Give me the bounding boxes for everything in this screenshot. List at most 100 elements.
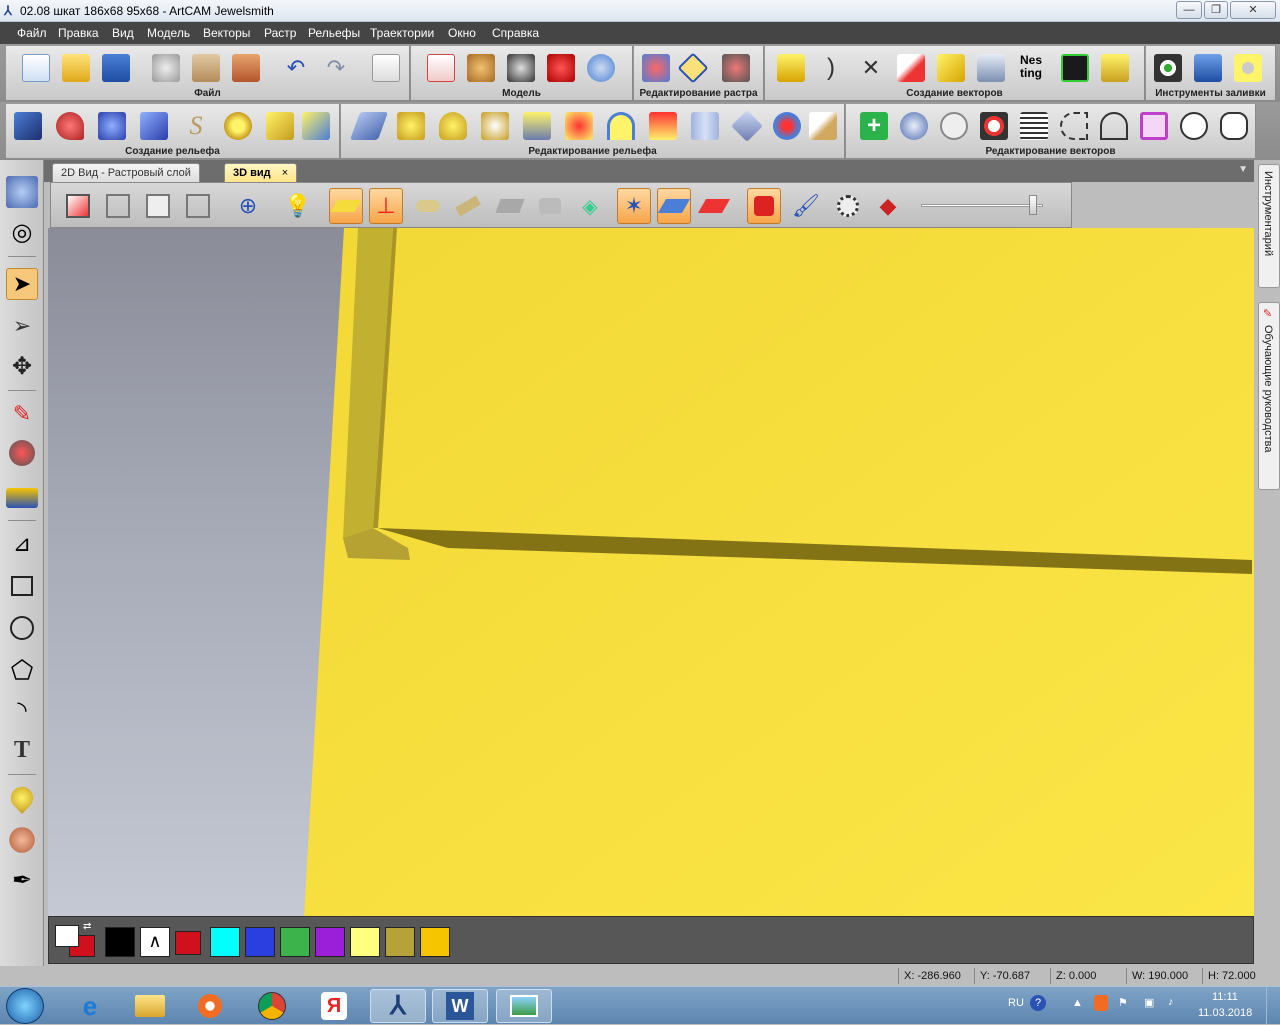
toolpath-preview-icon[interactable]: [747, 188, 781, 224]
color-swatch-purple[interactable]: [315, 927, 345, 957]
relief-plane-icon[interactable]: [266, 112, 294, 140]
tabs-dropdown-icon[interactable]: ▼: [1238, 164, 1248, 175]
paste-icon[interactable]: [232, 54, 260, 82]
color-swatch-gold[interactable]: [420, 927, 450, 957]
relief-scale-icon[interactable]: [649, 112, 677, 140]
zoom-window-icon[interactable]: [6, 176, 38, 208]
bitmap-to-vector-icon[interactable]: [642, 54, 670, 82]
relief-star-icon[interactable]: [98, 112, 126, 140]
relief-twist-icon[interactable]: [481, 112, 509, 140]
red-layer-icon[interactable]: [697, 188, 731, 224]
artcam-taskbar-icon[interactable]: ⅄: [370, 989, 426, 1023]
node-edit-arrow-icon[interactable]: ➢: [6, 310, 38, 342]
nesting-icon[interactable]: Nes ting: [1017, 54, 1045, 82]
help-tray-icon[interactable]: ?: [1030, 995, 1046, 1011]
texture-sphere-icon[interactable]: [587, 54, 615, 82]
revolve-icon[interactable]: [900, 112, 928, 140]
color-swatch-green[interactable]: [280, 927, 310, 957]
contour-icon[interactable]: ◈: [573, 188, 607, 224]
relief-column-icon[interactable]: [691, 112, 719, 140]
menu-vectors[interactable]: Векторы: [203, 26, 250, 40]
add-node-icon[interactable]: +: [860, 112, 888, 140]
sweep-s-icon[interactable]: S: [182, 112, 210, 140]
text-grid-icon[interactable]: [1061, 54, 1089, 82]
arc-icon[interactable]: ◝: [6, 694, 38, 726]
file-explorer-icon[interactable]: [122, 989, 178, 1023]
tab-3d-view[interactable]: 3D вид ×: [224, 163, 298, 182]
open-folder-icon[interactable]: [62, 54, 90, 82]
node-edit-icon[interactable]: [1180, 112, 1208, 140]
color-swatch-blue[interactable]: [245, 927, 275, 957]
fill-dots-icon[interactable]: [1154, 54, 1182, 82]
color-swatch-white[interactable]: ∧: [140, 927, 170, 957]
brightness-slider-track[interactable]: [921, 204, 1043, 207]
media-player-icon[interactable]: [182, 989, 238, 1023]
show-desktop-button[interactable]: [1266, 987, 1280, 1025]
new-file-icon[interactable]: [22, 54, 50, 82]
cloud-relief-icon[interactable]: [411, 188, 445, 224]
trim-vector-icon[interactable]: ✕: [857, 54, 885, 82]
show-relief-icon[interactable]: [329, 188, 363, 224]
language-indicator[interactable]: RU: [1008, 997, 1024, 1009]
color-swatch-black[interactable]: [105, 927, 135, 957]
menu-edit[interactable]: Правка: [58, 26, 99, 40]
color-swatch-light-yellow[interactable]: [350, 927, 380, 957]
paint-relief-icon[interactable]: 🖌: [789, 188, 823, 224]
fill-beads-icon[interactable]: [1234, 54, 1262, 82]
scroll-relief-icon[interactable]: [451, 188, 485, 224]
mirror-icon[interactable]: [940, 112, 968, 140]
fill-chain-icon[interactable]: [1194, 54, 1222, 82]
rounded-vector-icon[interactable]: [1220, 112, 1248, 140]
notes-icon[interactable]: [372, 54, 400, 82]
relief-mushroom-icon[interactable]: [439, 112, 467, 140]
menu-bitmap[interactable]: Растр: [264, 26, 296, 40]
color-swatch-olive[interactable]: [385, 927, 415, 957]
relief-layers-icon[interactable]: [14, 112, 42, 140]
transform-move-icon[interactable]: ✥: [6, 350, 38, 382]
menu-reliefs[interactable]: Рельефы: [308, 26, 360, 40]
relief-star-edit-icon[interactable]: [773, 112, 801, 140]
smooth-vector-icon[interactable]: [1100, 112, 1128, 140]
menu-view[interactable]: Вид: [112, 26, 134, 40]
copy-icon[interactable]: [192, 54, 220, 82]
brightness-slider-thumb[interactable]: [1029, 195, 1038, 215]
group-vector-icon[interactable]: [1140, 112, 1168, 140]
join-vector-icon[interactable]: [1060, 112, 1088, 140]
network-tray-icon[interactable]: ▣: [1144, 996, 1154, 1009]
clock-time[interactable]: 11:11: [1212, 991, 1238, 1003]
relief-tilt-icon[interactable]: [731, 110, 763, 142]
menu-file[interactable]: Файл: [17, 26, 47, 40]
color-picker-icon[interactable]: [722, 54, 750, 82]
axes-icon[interactable]: ⊥: [369, 188, 403, 224]
pencil-icon[interactable]: ✎: [6, 398, 38, 430]
redo-icon[interactable]: ↷: [322, 54, 350, 82]
teddy-bear-icon[interactable]: [467, 54, 495, 82]
save-icon[interactable]: [102, 54, 130, 82]
zoom-icon[interactable]: ⊕: [231, 188, 265, 224]
minimize-button[interactable]: —: [1176, 1, 1202, 19]
material-diamond-icon[interactable]: ◆: [871, 188, 905, 224]
star-relief-icon[interactable]: ✶: [617, 188, 651, 224]
spiral-vector-icon[interactable]: [897, 54, 925, 82]
start-button[interactable]: [6, 988, 44, 1024]
front-view-icon[interactable]: [101, 188, 135, 224]
internet-explorer-icon[interactable]: e: [62, 989, 118, 1023]
yandex-browser-icon[interactable]: Я: [306, 989, 362, 1023]
bitmap-outline-icon[interactable]: [677, 52, 709, 84]
drop-icon[interactable]: [6, 782, 38, 814]
text-tool-icon[interactable]: T: [6, 734, 38, 766]
celtic-knot-icon[interactable]: [224, 112, 252, 140]
star-vector-icon[interactable]: [777, 54, 805, 82]
render-gear-icon[interactable]: [831, 188, 865, 224]
relief-smooth-icon[interactable]: [565, 112, 593, 140]
relief-knife-icon[interactable]: [809, 112, 837, 140]
menu-help[interactable]: Справка: [492, 26, 539, 40]
iso-view-icon[interactable]: [61, 188, 95, 224]
word-taskbar-icon[interactable]: W: [432, 989, 488, 1023]
top-view-icon[interactable]: [141, 188, 175, 224]
clock-date[interactable]: 11.03.2018: [1198, 1007, 1252, 1019]
extrude-icon[interactable]: [140, 112, 168, 140]
menu-model[interactable]: Модель: [147, 26, 190, 40]
toolbox-tab[interactable]: Инструментарий: [1258, 164, 1280, 288]
side-view-icon[interactable]: [181, 188, 215, 224]
